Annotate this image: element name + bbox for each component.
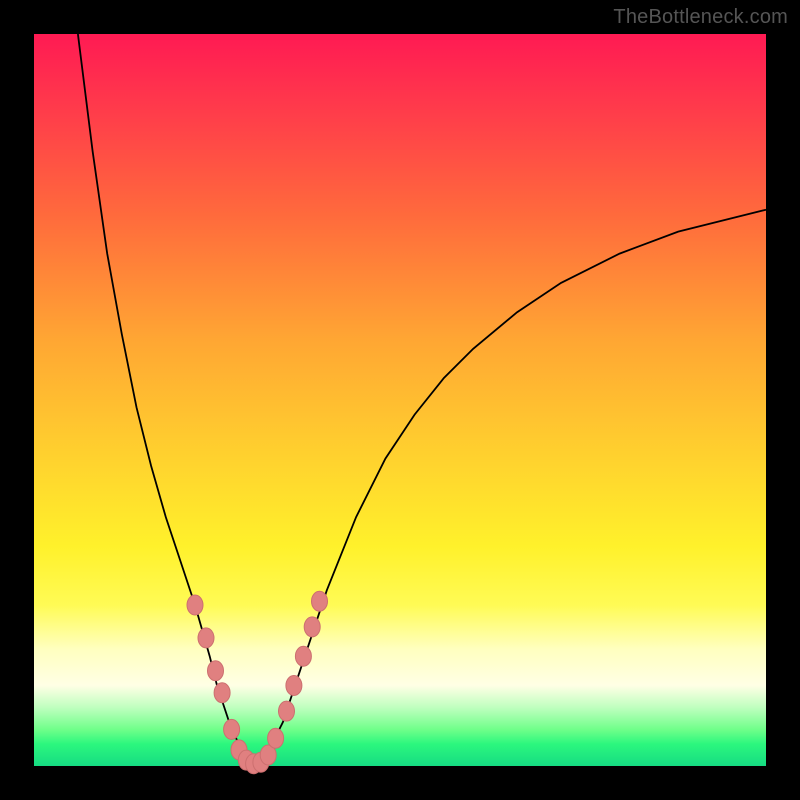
curve-left — [78, 34, 254, 766]
marker-dot — [268, 728, 284, 748]
marker-dot — [304, 617, 320, 637]
dots-group — [187, 591, 328, 774]
marker-dot — [198, 628, 214, 648]
marker-dot — [208, 661, 224, 681]
marker-dot — [214, 683, 230, 703]
marker-dot — [312, 591, 328, 611]
marker-dot — [224, 719, 240, 739]
marker-dot — [295, 646, 311, 666]
chart-overlay — [34, 34, 766, 766]
watermark-text: TheBottleneck.com — [613, 6, 788, 29]
marker-dot — [286, 676, 302, 696]
marker-dot — [279, 701, 295, 721]
outer-frame: TheBottleneck.com — [0, 0, 800, 800]
curve-right — [254, 210, 766, 766]
marker-dot — [187, 595, 203, 615]
